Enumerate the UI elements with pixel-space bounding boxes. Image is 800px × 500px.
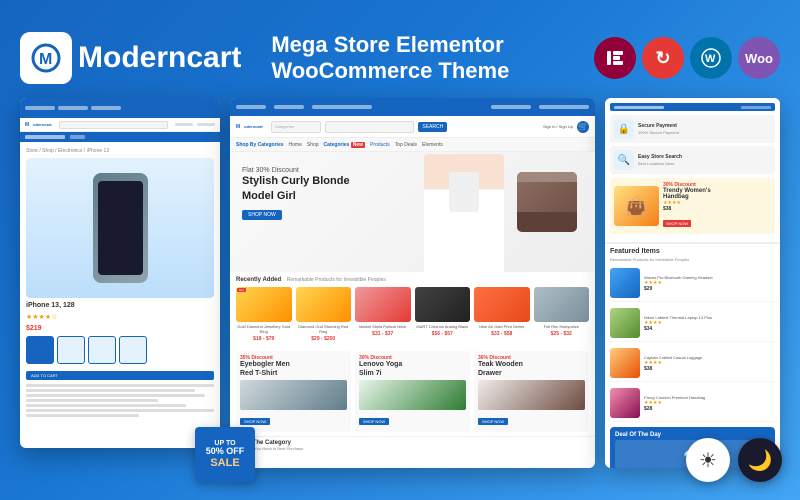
hero-title: Stylish Curly BlondeModel Girl [242, 174, 350, 203]
product-thumbs [26, 336, 214, 364]
list-item: 36% Discount Teak WoodenDrawer SHOP NOW [474, 351, 589, 432]
list-item: Nikon Labtest Thermal Laptop 13 Plus ★★★… [610, 305, 775, 342]
refresh-badge: ↻ [642, 37, 684, 79]
list-item: 🔍 Easy Store Search Best Locations More [610, 146, 775, 174]
tagline: Mega Store Elementor WooCommerce Theme [241, 32, 594, 85]
hero-text: Flat 30% Discount Stylish Curly BlondeMo… [242, 167, 350, 221]
light-mode-toggle[interactable]: ☀ [686, 438, 730, 482]
list-item: 35% Discount Eyebogler MenRed T-Shirt SH… [236, 351, 351, 432]
list-item: Markel Stella Pollock Neck $31 - $37 [355, 287, 411, 342]
product-title: iPhone 13, 128 [26, 302, 214, 309]
list-item: Fancy Cushion Premium Handbag ★★★★ $28 [610, 385, 775, 422]
screenshots-container: M oderncart Store / Shop / Electronics /… [20, 98, 780, 468]
ss-center-header [230, 98, 595, 116]
list-item: Full Rim Halcyonics $25 - $32 [534, 287, 590, 342]
recently-items-list: Hot Gold Diamond Jewellery Gold Ring $18… [236, 287, 589, 342]
list-item: 30% Discount Lenovo YogaSlim 7i SHOP NOW [355, 351, 470, 432]
woo-badge: Woo [738, 37, 780, 79]
featured-items-list: Waves Pro Bluetooth Gaming Headset ★★★★ … [605, 265, 780, 422]
ss-left-body: Store / Shop / Electronics / iPhone 13 i… [20, 142, 220, 423]
svg-text:M: M [39, 51, 52, 68]
hero-banner: Flat 30% Discount Stylish Curly BlondeMo… [230, 152, 595, 272]
promo-cards: 🔒 Secure Payment 100% Secure Payment 🔍 E… [605, 98, 780, 242]
list-item: Captain Crafted Casual Luggage ★★★★ $38 [610, 345, 775, 382]
logo-icon: M [20, 32, 72, 84]
featured-items: Featured Items Remarkable Products for I… [605, 242, 780, 468]
screenshot-center: M oderncart Categories SEARCH Sign In / … [230, 98, 595, 468]
svg-text:W: W [705, 53, 716, 65]
ss-center-nav: M oderncart Categories SEARCH Sign In / … [230, 116, 595, 138]
ss-center-subnav: Shop By Categories Home Shop Categories … [230, 138, 595, 152]
recently-added: Recently Added Remarkable Products for I… [230, 272, 595, 347]
list-item: Waves Pro Bluetooth Gaming Headset ★★★★ … [610, 265, 775, 302]
screenshot-left: M oderncart Store / Shop / Electronics /… [20, 98, 220, 448]
theme-toggles: ☀ 🌙 [686, 438, 782, 482]
brand-name: Moderncart [78, 41, 241, 75]
product-image [26, 158, 214, 298]
sale-badge: UP TO 50% OFF SALE [195, 427, 255, 482]
recently-title: Recently Added Remarkable Products for I… [236, 277, 589, 283]
promo-cards-list: 🔒 Secure Payment 100% Secure Payment 🔍 E… [610, 115, 775, 174]
product-price: $219 [26, 325, 214, 332]
product-rating: ★★★★☆ [26, 313, 214, 321]
header-row: M Moderncart Mega Store Elementor WooCom… [20, 32, 780, 85]
list-item: Nike Air Gold Print Series $33 - $58 [474, 287, 530, 342]
brand-logo: M Moderncart [20, 32, 241, 84]
tagline-text: Mega Store Elementor WooCommerce Theme [271, 32, 594, 85]
list-item: Hot Gold Diamond Jewellery Gold Ring $18… [236, 287, 292, 342]
icon-badges: ↻ W Woo [594, 37, 780, 79]
main-container: M Moderncart Mega Store Elementor WooCom… [0, 0, 800, 500]
ss-left-header [20, 98, 220, 118]
ss-left-nav: M oderncart [20, 118, 220, 132]
product-description [26, 384, 214, 417]
bottom-cards: 35% Discount Eyebogler MenRed T-Shirt SH… [230, 347, 595, 436]
wordpress-badge: W [690, 37, 732, 79]
moon-icon: 🌙 [748, 448, 773, 473]
search-button[interactable]: SEARCH [418, 122, 447, 132]
list-item: 🔒 Secure Payment 100% Secure Payment [610, 115, 775, 143]
list-item: MART Chronos Analog Black $56 - $57 [415, 287, 471, 342]
hero-shop-btn[interactable]: SHOP NOW [242, 210, 282, 220]
screenshot-right: 🔒 Secure Payment 100% Secure Payment 🔍 E… [605, 98, 780, 468]
list-item: Diamond Oud Stunning Red Ring $29 - $250 [296, 287, 352, 342]
dark-mode-toggle[interactable]: 🌙 [738, 438, 782, 482]
elementor-badge [594, 37, 636, 79]
sun-icon: ☀ [699, 448, 717, 473]
